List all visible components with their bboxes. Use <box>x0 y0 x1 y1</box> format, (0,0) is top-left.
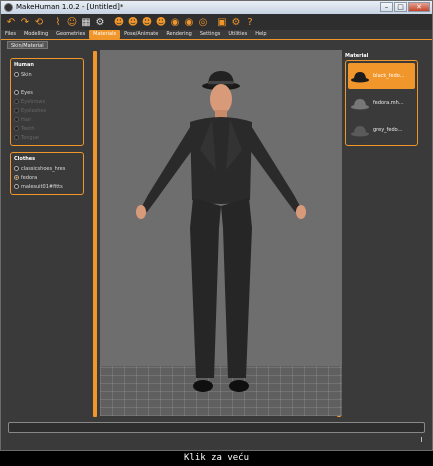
black-fedora-icon <box>351 72 369 83</box>
save-icon[interactable]: ▣ <box>216 16 228 28</box>
bottom-view-icon[interactable]: ◉ <box>183 16 195 28</box>
material-item[interactable]: black_fedo... <box>348 63 415 89</box>
radio-button[interactable] <box>14 166 19 171</box>
reset-icon[interactable]: ⟲ <box>33 16 45 28</box>
radio-teeth: Teeth <box>14 124 80 133</box>
radio-blank <box>14 79 80 88</box>
radio-eyes[interactable]: Eyes <box>14 88 80 97</box>
status-bar <box>8 422 425 433</box>
radio-label: Eyebrows <box>21 98 46 105</box>
radio-classicshoes[interactable]: classicshoes_hres <box>14 164 80 173</box>
human-model <box>136 71 306 392</box>
right-view-icon[interactable]: ☻ <box>155 16 167 28</box>
fedora-icon <box>351 99 369 110</box>
radio-label: malesuit01#fitts <box>21 183 63 190</box>
left-panel: Human Skin Eyes Eyebrows Eyelashes Hair … <box>10 58 84 201</box>
left-view-icon[interactable]: ☻ <box>141 16 153 28</box>
redo-icon[interactable]: ↷ <box>19 16 31 28</box>
front-view-icon[interactable]: ☻ <box>113 16 125 28</box>
radio-eyebrows: Eyebrows <box>14 97 80 106</box>
material-label: fedora.mh... <box>373 100 404 106</box>
radio-button[interactable] <box>14 72 19 77</box>
image-caption[interactable]: Klik za veću <box>0 451 433 466</box>
title-bar: MakeHuman 1.0.2 - [Untitled]* – □ ✕ <box>1 1 432 14</box>
radio-button[interactable] <box>14 90 19 95</box>
tab-geometries[interactable]: Geometries <box>52 30 89 39</box>
material-item[interactable]: grey_fedo... <box>348 117 415 143</box>
radio-label: Skin <box>21 71 32 78</box>
grey-fedora-icon <box>351 126 369 137</box>
tab-rendering[interactable]: Rendering <box>162 30 196 39</box>
app-icon <box>4 3 13 12</box>
clothes-group: Clothes classicshoes_hres fedora malesui… <box>10 152 84 195</box>
3d-viewport[interactable] <box>100 50 342 416</box>
radio-fedora[interactable]: fedora <box>14 173 80 182</box>
undo-icon[interactable]: ↶ <box>5 16 17 28</box>
radio-eyelashes: Eyelashes <box>14 106 80 115</box>
radio-label: fedora <box>21 174 38 181</box>
resize-grip-icon[interactable] <box>421 437 426 442</box>
radio-button[interactable] <box>14 184 19 189</box>
material-title: Material <box>345 53 369 59</box>
material-label: grey_fedo... <box>373 127 403 133</box>
radio-label: Hair <box>21 116 32 123</box>
window-title: MakeHuman 1.0.2 - [Untitled]* <box>16 3 124 11</box>
material-list: black_fedo... fedora.mh... grey_fedo... <box>345 60 418 146</box>
radio-button <box>14 117 19 122</box>
tab-files[interactable]: Files <box>1 30 20 39</box>
radio-button <box>14 126 19 131</box>
radio-label: Eyelashes <box>21 107 47 114</box>
radio-malesuit[interactable]: malesuit01#fitts <box>14 182 80 191</box>
radio-label: Teeth <box>21 125 35 132</box>
radio-label: classicshoes_hres <box>21 165 66 172</box>
human-group: Human Skin Eyes Eyebrows Eyelashes Hair … <box>10 58 84 146</box>
material-label: black_fedo... <box>373 73 405 79</box>
checker-icon[interactable]: ▦ <box>80 16 92 28</box>
tab-utilities[interactable]: Utilities <box>224 30 251 39</box>
main-tabs: Files Modelling Geometries Materials Pos… <box>1 30 432 39</box>
radio-hair: Hair <box>14 115 80 124</box>
window-controls: – □ ✕ <box>380 2 430 12</box>
back-view-icon[interactable]: ☻ <box>127 16 139 28</box>
left-splitter[interactable] <box>93 51 97 417</box>
top-view-icon[interactable]: ◉ <box>169 16 181 28</box>
reset-camera-icon[interactable]: ◎ <box>197 16 209 28</box>
settings-icon[interactable]: ⚙ <box>230 16 242 28</box>
tab-materials[interactable]: Materials <box>89 30 121 39</box>
radio-tongue: Tongue <box>14 133 80 142</box>
radio-button <box>14 99 19 104</box>
tab-skin-material[interactable]: Skin/Material <box>7 41 48 49</box>
toolbar: ↶ ↷ ⟲ ⌇ ☺ ▦ ⚙ ☻ ☻ ☻ ☻ ◉ ◉ ◎ ▣ ⚙ ? <box>1 14 432 30</box>
minimize-button[interactable]: – <box>380 2 393 12</box>
radio-button <box>14 135 19 140</box>
tab-settings[interactable]: Settings <box>196 30 225 39</box>
human-group-title: Human <box>14 62 34 68</box>
app-window: MakeHuman 1.0.2 - [Untitled]* – □ ✕ ↶ ↷ … <box>0 0 433 451</box>
radio-label: Tongue <box>21 134 39 141</box>
close-button[interactable]: ✕ <box>408 2 430 12</box>
radio-skin[interactable]: Skin <box>14 70 80 79</box>
right-panel: Material black_fedo... fedora.mh... grey… <box>345 53 418 146</box>
tab-underline <box>1 39 432 40</box>
background-icon[interactable]: ⚙ <box>94 16 106 28</box>
clothes-group-title: Clothes <box>14 156 36 162</box>
smooth-icon[interactable]: ☺ <box>66 16 78 28</box>
wireframe-icon[interactable]: ⌇ <box>52 16 64 28</box>
radio-button <box>14 108 19 113</box>
radio-button[interactable] <box>14 175 19 180</box>
help-icon[interactable]: ? <box>244 16 256 28</box>
tab-modelling[interactable]: Modelling <box>20 30 52 39</box>
tab-pose-animate[interactable]: Pose/Animate <box>120 30 162 39</box>
tab-help[interactable]: Help <box>251 30 270 39</box>
radio-label: Eyes <box>21 89 33 96</box>
maximize-button[interactable]: □ <box>394 2 407 12</box>
material-item[interactable]: fedora.mh... <box>348 90 415 116</box>
